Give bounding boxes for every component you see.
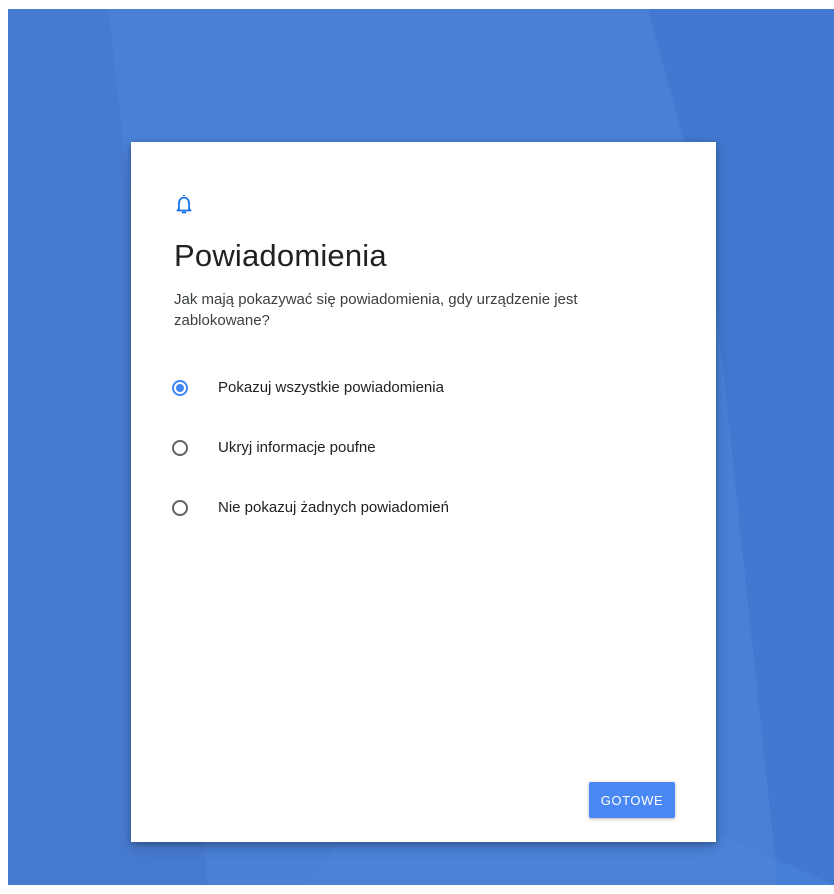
- radio-show-all[interactable]: [172, 380, 188, 396]
- option-show-none[interactable]: Nie pokazuj żadnych powiadomień: [172, 498, 672, 558]
- option-hide-sensitive[interactable]: Ukryj informacje poufne: [172, 438, 672, 498]
- option-label: Nie pokazuj żadnych powiadomień: [218, 499, 449, 516]
- done-button[interactable]: GOTOWE: [589, 782, 675, 818]
- option-show-all[interactable]: Pokazuj wszystkie powiadomienia: [172, 378, 672, 438]
- notifications-dialog: Powiadomienia Jak mają pokazywać się pow…: [131, 142, 716, 842]
- notification-options: Pokazuj wszystkie powiadomienia Ukryj in…: [172, 378, 672, 558]
- setup-screen: Powiadomienia Jak mają pokazywać się pow…: [8, 9, 834, 885]
- radio-show-none[interactable]: [172, 500, 188, 516]
- option-label: Ukryj informacje poufne: [218, 439, 376, 456]
- bell-icon: [176, 195, 192, 214]
- dialog-subtitle: Jak mają pokazywać się powiadomienia, gd…: [174, 291, 578, 329]
- option-label: Pokazuj wszystkie powiadomienia: [218, 379, 444, 396]
- dialog-title: Powiadomienia: [174, 238, 387, 273]
- radio-hide-sensitive[interactable]: [172, 440, 188, 456]
